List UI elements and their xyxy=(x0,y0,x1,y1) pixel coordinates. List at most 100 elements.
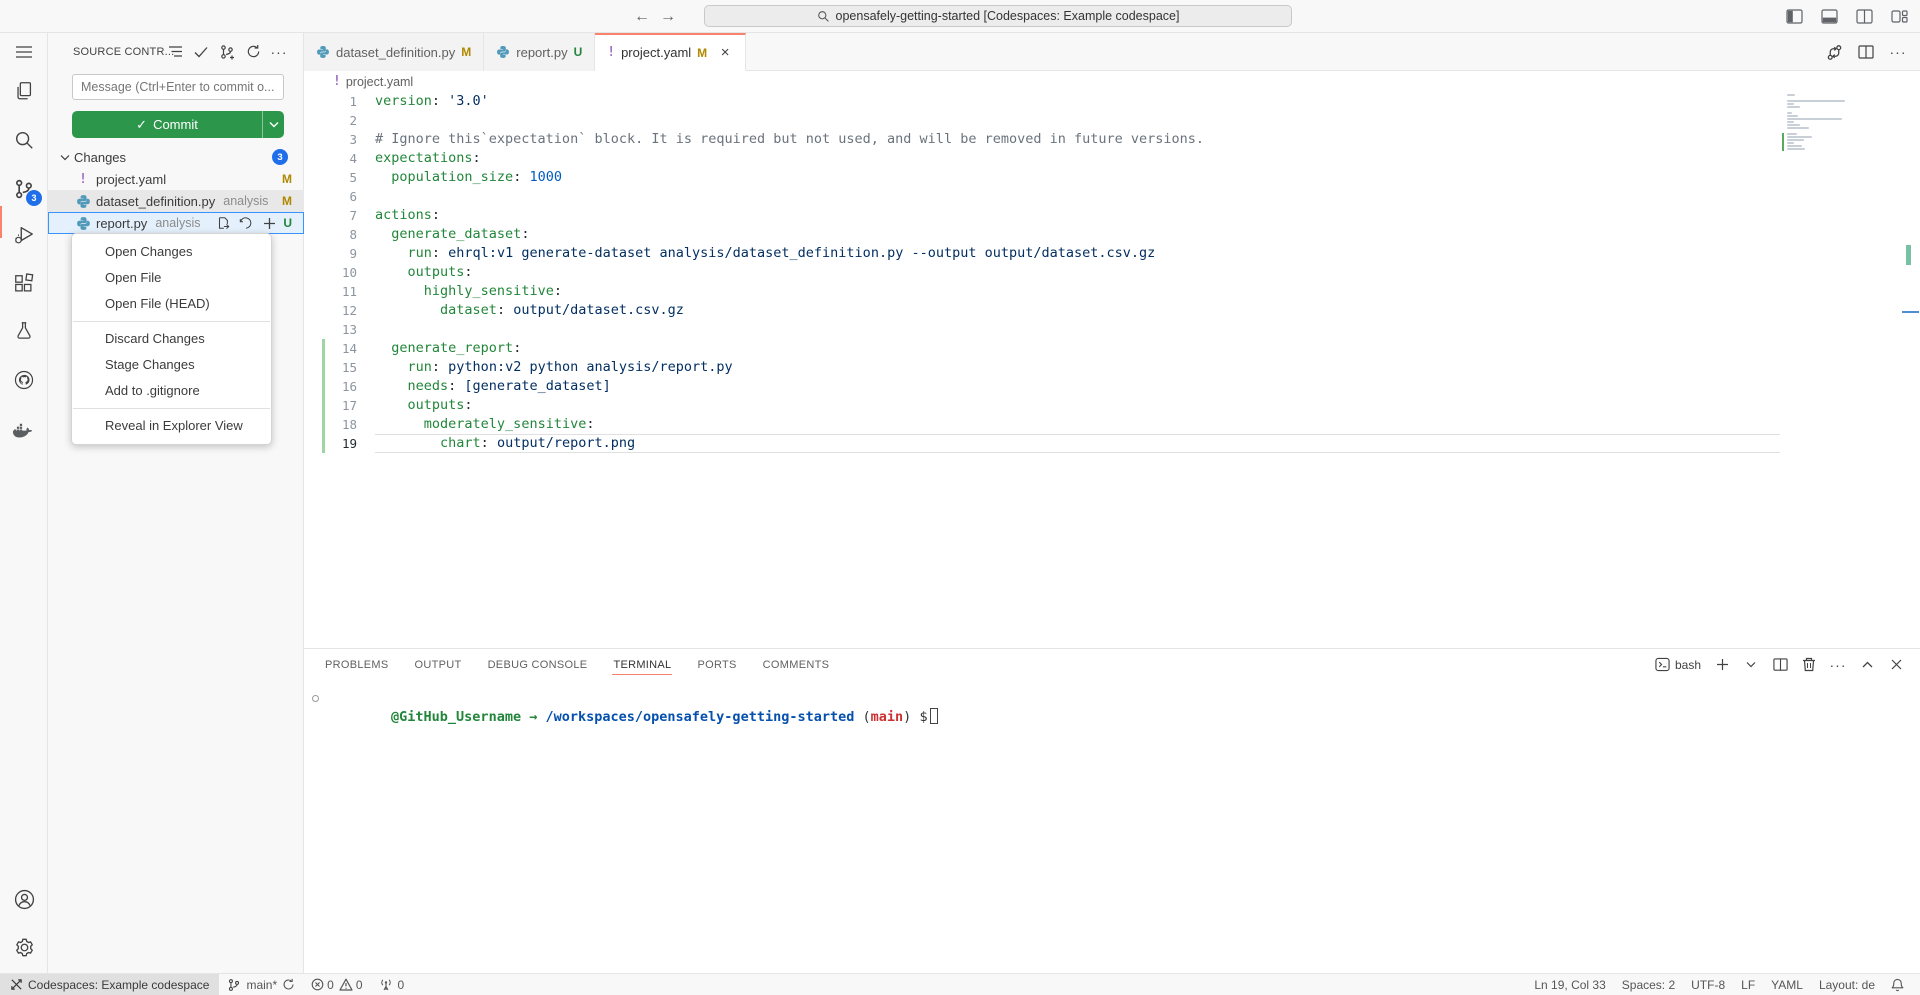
open-changes-button[interactable] xyxy=(1824,42,1844,62)
terminal-profile-dropdown[interactable] xyxy=(1741,655,1761,675)
tab-project-yaml[interactable]: ! project.yaml M × xyxy=(595,33,746,71)
code-line-9[interactable]: 9 run: ehrql:v1 generate-dataset analysi… xyxy=(304,244,1920,263)
tab-dataset-definition[interactable]: dataset_definition.py M xyxy=(304,33,484,71)
problems-indicator[interactable]: 0 0 xyxy=(303,974,370,995)
code-line-13[interactable]: 13 xyxy=(304,320,1920,339)
new-terminal-button[interactable] xyxy=(1712,655,1732,675)
encoding-indicator[interactable]: UTF-8 xyxy=(1683,974,1733,995)
tab-problems[interactable]: PROBLEMS xyxy=(324,655,390,674)
code-line-1[interactable]: 1version: '3.0' xyxy=(304,92,1920,111)
sidebar-item-explorer[interactable] xyxy=(12,79,36,103)
terminal-shell-label[interactable]: bash xyxy=(1655,657,1701,672)
indentation-indicator[interactable]: Spaces: 2 xyxy=(1614,974,1683,995)
toggle-sidebar-button[interactable] xyxy=(1783,5,1805,27)
language-mode-indicator[interactable]: YAML xyxy=(1763,974,1811,995)
more-actions-button[interactable]: ··· xyxy=(269,42,289,62)
code-line-5[interactable]: 5 population_size: 1000 xyxy=(304,168,1920,187)
code-line-2[interactable]: 2 xyxy=(304,111,1920,130)
code-line-11[interactable]: 11 highly_sensitive: xyxy=(304,282,1920,301)
refresh-button[interactable] xyxy=(243,42,263,62)
ports-indicator[interactable]: 0 xyxy=(371,974,413,995)
create-branch-button[interactable] xyxy=(217,42,237,62)
sidebar-item-extensions[interactable] xyxy=(12,272,36,296)
code-line-6[interactable]: 6 xyxy=(304,187,1920,206)
vscode-window: ← → opensafely-getting-started [Codespac… xyxy=(0,0,1920,995)
sidebar-item-run-debug[interactable] xyxy=(12,223,36,247)
command-center-search[interactable]: opensafely-getting-started [Codespaces: … xyxy=(704,5,1292,27)
menu-item-open-file[interactable]: Open File xyxy=(72,265,271,291)
code-line-8[interactable]: 8 generate_dataset: xyxy=(304,225,1920,244)
commit-action-button[interactable] xyxy=(191,42,211,62)
code-line-18[interactable]: 18 moderately_sensitive: xyxy=(304,415,1920,434)
remote-indicator[interactable]: Codespaces: Example codespace xyxy=(0,974,219,995)
close-panel-button[interactable] xyxy=(1886,655,1906,675)
kill-terminal-button[interactable] xyxy=(1799,655,1819,675)
code-line-12[interactable]: 12 dataset: output/dataset.csv.gz xyxy=(304,301,1920,320)
tab-comments[interactable]: COMMENTS xyxy=(762,655,831,674)
line-content: outputs: xyxy=(375,396,1780,415)
tab-terminal[interactable]: TERMINAL xyxy=(612,655,672,675)
open-file-button[interactable] xyxy=(214,214,232,232)
commit-button-main[interactable]: ✓ Commit xyxy=(72,111,262,138)
sidebar-item-search[interactable] xyxy=(12,128,36,152)
more-actions-button[interactable]: ··· xyxy=(1888,42,1908,62)
code-line-14[interactable]: 14 generate_report: xyxy=(304,339,1920,358)
close-tab-button[interactable]: × xyxy=(717,45,733,61)
panel-more-actions-button[interactable]: ··· xyxy=(1828,655,1848,675)
code-line-10[interactable]: 10 outputs: xyxy=(304,263,1920,282)
commit-button[interactable]: ✓ Commit xyxy=(72,111,284,138)
cursor-position-indicator[interactable]: Ln 19, Col 33 xyxy=(1526,974,1613,995)
minimap[interactable] xyxy=(1782,94,1900,152)
stage-changes-button[interactable] xyxy=(260,214,278,232)
tab-ports[interactable]: PORTS xyxy=(696,655,737,674)
tab-debug-console[interactable]: DEBUG CONSOLE xyxy=(487,655,589,674)
eol-indicator[interactable]: LF xyxy=(1733,974,1763,995)
split-terminal-button[interactable] xyxy=(1770,655,1790,675)
menu-button[interactable] xyxy=(12,40,36,64)
notifications-button[interactable] xyxy=(1883,974,1912,995)
tab-report-py[interactable]: report.py U xyxy=(484,33,595,71)
layout-indicator[interactable]: Layout: de xyxy=(1811,974,1883,995)
account-button[interactable] xyxy=(12,887,36,911)
commit-dropdown-button[interactable] xyxy=(262,111,284,138)
maximize-panel-button[interactable] xyxy=(1857,655,1877,675)
discard-changes-button[interactable] xyxy=(237,214,255,232)
scm-file-row-project-yaml[interactable]: ! project.yaml M xyxy=(48,168,304,190)
scm-file-row-dataset-definition[interactable]: dataset_definition.py analysis M xyxy=(48,190,304,212)
split-editor-layout-button[interactable] xyxy=(1853,5,1875,27)
menu-item-open-changes[interactable]: Open Changes xyxy=(72,239,271,265)
sidebar-item-testing[interactable] xyxy=(12,319,36,343)
radio-tower-icon xyxy=(379,978,393,991)
sidebar-item-source-control[interactable]: 3 xyxy=(12,177,36,201)
menu-item-stage-changes[interactable]: Stage Changes xyxy=(72,352,271,378)
code-line-7[interactable]: 7actions: xyxy=(304,206,1920,225)
code-line-16[interactable]: 16 needs: [generate_dataset] xyxy=(304,377,1920,396)
split-editor-button[interactable] xyxy=(1856,42,1876,62)
scm-file-row-report-py[interactable]: report.py analysis U xyxy=(48,212,304,234)
branch-indicator[interactable]: main* xyxy=(219,974,303,995)
commit-message-input[interactable] xyxy=(72,74,284,100)
menu-item-reveal-explorer[interactable]: Reveal in Explorer View xyxy=(72,413,271,439)
view-as-tree-button[interactable] xyxy=(165,42,185,62)
breadcrumb[interactable]: ! project.yaml xyxy=(304,71,1920,92)
sidebar-item-docker[interactable] xyxy=(12,417,36,441)
tab-output[interactable]: OUTPUT xyxy=(414,655,463,674)
customize-layout-button[interactable] xyxy=(1888,5,1910,27)
code-line-3[interactable]: 3# Ignore this`expectation` block. It is… xyxy=(304,130,1920,149)
nav-forward-button[interactable]: → xyxy=(656,5,680,29)
code-editor[interactable]: 1version: '3.0'23# Ignore this`expectati… xyxy=(304,92,1920,648)
settings-button[interactable] xyxy=(12,935,36,959)
code-line-15[interactable]: 15 run: python:v2 python analysis/report… xyxy=(304,358,1920,377)
sidebar-item-github[interactable] xyxy=(12,368,36,392)
toggle-panel-button[interactable] xyxy=(1818,5,1840,27)
code-line-17[interactable]: 17 outputs: xyxy=(304,396,1920,415)
menu-item-discard-changes[interactable]: Discard Changes xyxy=(72,326,271,352)
menu-item-open-file-head[interactable]: Open File (HEAD) xyxy=(72,291,271,317)
code-line-4[interactable]: 4expectations: xyxy=(304,149,1920,168)
nav-back-button[interactable]: ← xyxy=(630,5,654,29)
changes-section-header[interactable]: Changes 3 xyxy=(48,146,304,168)
code-line-19[interactable]: 19 chart: output/report.png xyxy=(304,434,1920,453)
menu-item-add-gitignore[interactable]: Add to .gitignore xyxy=(72,378,271,404)
editor-tab-bar: dataset_definition.py M report.py U ! pr… xyxy=(304,33,1920,71)
terminal-content[interactable]: @GitHub_Username → /workspaces/opensafel… xyxy=(304,680,1920,974)
